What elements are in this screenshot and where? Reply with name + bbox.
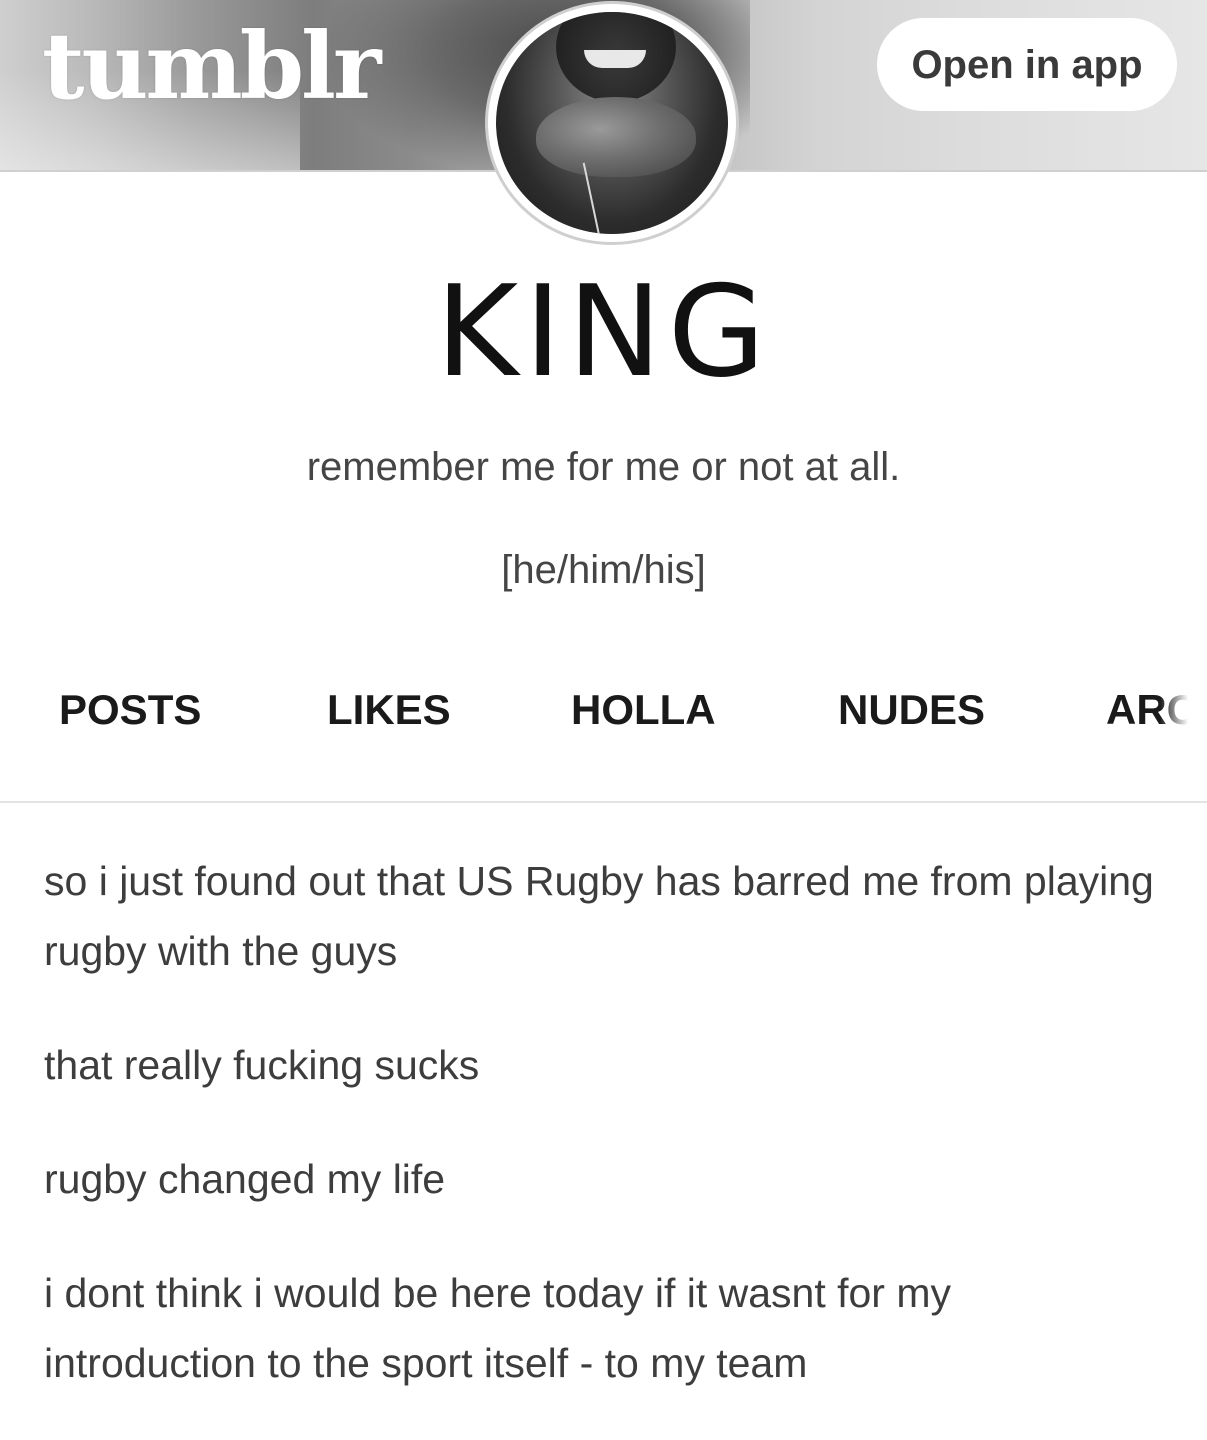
post-paragraph: so i just found out that US Rugby has ba… [44, 858, 1154, 974]
nav-overflow-fade [1160, 682, 1207, 742]
avatar-photo [496, 12, 728, 234]
tumblr-logo[interactable]: tumblr [42, 6, 381, 126]
blog-page: tumblr Open in app KING remember me for … [0, 0, 1207, 1440]
nav-item-holla[interactable]: HOLLA [571, 682, 716, 738]
blog-description: remember me for me or not at all. [306, 445, 901, 489]
avatar[interactable] [488, 4, 736, 242]
nav-item-posts[interactable]: POSTS [59, 682, 201, 738]
blog-title: KING [435, 258, 772, 405]
post-body: so i just found out that US Rugby has ba… [44, 846, 1164, 1440]
avatar-hand [536, 97, 696, 177]
nav-divider [0, 801, 1207, 803]
post-paragraph: that really fucking sucks [44, 1042, 480, 1088]
blog-nav: POSTS LIKES HOLLA NUDES ARCI [0, 660, 1207, 760]
blog-pronouns: [he/him/his] [501, 548, 706, 592]
open-in-app-button[interactable]: Open in app [877, 18, 1177, 111]
post-paragraph: rugby changed my life [44, 1156, 446, 1202]
nav-item-nudes[interactable]: NUDES [838, 682, 985, 738]
nav-item-likes[interactable]: LIKES [327, 682, 451, 738]
avatar-smile [584, 50, 646, 68]
post-paragraph: i dont think i would be here today if it… [44, 1270, 952, 1386]
